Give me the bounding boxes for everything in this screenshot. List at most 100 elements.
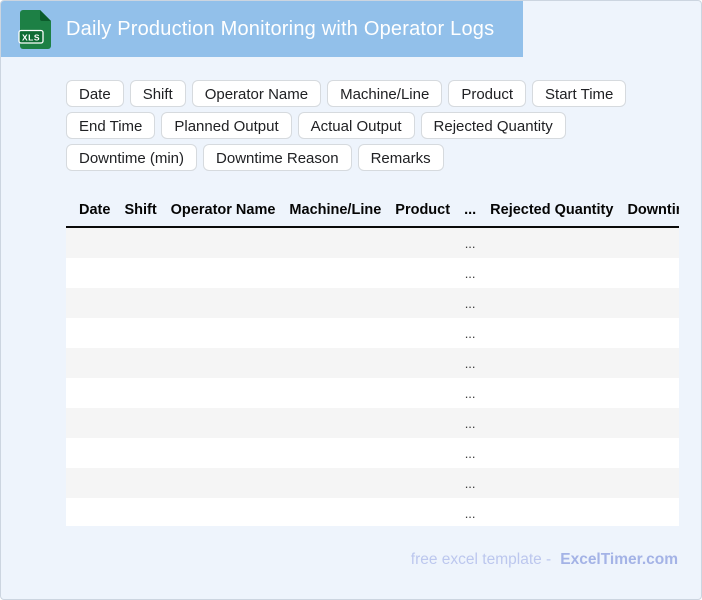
table-cell bbox=[117, 227, 163, 258]
table-cell bbox=[483, 348, 620, 378]
table-cell bbox=[117, 318, 163, 348]
footer: free excel template - ExcelTimer.com bbox=[411, 551, 678, 569]
table-cell bbox=[483, 468, 620, 498]
table-row: ... bbox=[66, 348, 679, 378]
table-cell bbox=[388, 227, 457, 258]
column-header: Downtime (min) bbox=[627, 202, 679, 218]
table-cell bbox=[164, 288, 283, 318]
table-cell bbox=[66, 348, 117, 378]
template-preview-page: XLS Daily Production Monitoring with Ope… bbox=[0, 0, 702, 600]
table-cell bbox=[483, 438, 620, 468]
table-cell bbox=[282, 348, 388, 378]
table-cell bbox=[282, 258, 388, 288]
table-cell bbox=[388, 258, 457, 288]
preview-table: Date Shift Operator Name Machine/Line Produc… bbox=[66, 196, 679, 526]
table-cell bbox=[388, 408, 457, 438]
table-cell bbox=[117, 258, 163, 288]
field-chip-downtime-min[interactable]: Downtime (min) bbox=[66, 144, 198, 171]
preview-table-container: Date Shift Operator Name Machine/Line Produc… bbox=[66, 196, 679, 526]
table-cell bbox=[66, 498, 117, 526]
table-row: ... bbox=[66, 378, 679, 408]
table-row: ... bbox=[66, 498, 679, 526]
table-cell bbox=[117, 378, 163, 408]
column-header: Date bbox=[79, 202, 111, 218]
table-cell bbox=[117, 348, 163, 378]
table-cell: ... bbox=[464, 385, 476, 401]
table-cell bbox=[620, 348, 679, 378]
column-header: Shift bbox=[124, 202, 157, 218]
table-cell bbox=[66, 438, 117, 468]
table-row: ... bbox=[66, 468, 679, 498]
table-cell: ... bbox=[464, 505, 476, 521]
table-row: ... bbox=[66, 438, 679, 468]
table-cell bbox=[483, 318, 620, 348]
field-chip-end-time[interactable]: End Time bbox=[66, 112, 156, 139]
table-cell bbox=[282, 498, 388, 526]
field-chip-actual-output[interactable]: Actual Output bbox=[297, 112, 415, 139]
table-cell bbox=[483, 227, 620, 258]
table-cell bbox=[66, 288, 117, 318]
table-cell bbox=[66, 258, 117, 288]
table-cell bbox=[66, 227, 117, 258]
table-cell bbox=[164, 378, 283, 408]
table-cell: ... bbox=[464, 325, 476, 341]
field-chip-product[interactable]: Product bbox=[448, 80, 527, 107]
column-header: ... bbox=[464, 202, 477, 218]
table-body: .............................. bbox=[66, 227, 679, 526]
table-cell bbox=[164, 258, 283, 288]
table-cell bbox=[164, 438, 283, 468]
table-cell bbox=[483, 408, 620, 438]
table-cell bbox=[164, 227, 283, 258]
table-cell bbox=[388, 438, 457, 468]
table-cell bbox=[483, 258, 620, 288]
title-banner: XLS Daily Production Monitoring with Ope… bbox=[1, 1, 523, 57]
xls-file-icon: XLS bbox=[18, 9, 51, 49]
field-chip-downtime-reason[interactable]: Downtime Reason bbox=[203, 144, 352, 171]
table-cell: ... bbox=[464, 415, 476, 431]
table-cell bbox=[282, 438, 388, 468]
table-cell bbox=[117, 408, 163, 438]
table-cell: ... bbox=[464, 445, 476, 461]
table-cell: ... bbox=[464, 295, 476, 311]
table-cell bbox=[388, 498, 457, 526]
field-chip-machine-line[interactable]: Machine/Line bbox=[327, 80, 443, 107]
table-cell: ... bbox=[464, 265, 476, 281]
table-cell bbox=[620, 258, 679, 288]
field-chip-remarks[interactable]: Remarks bbox=[357, 144, 444, 171]
column-header: Product bbox=[395, 202, 451, 218]
table-cell: ... bbox=[464, 235, 476, 251]
table-cell bbox=[620, 378, 679, 408]
table-cell bbox=[620, 408, 679, 438]
table-cell bbox=[66, 408, 117, 438]
field-chip-rejected-quantity[interactable]: Rejected Quantity bbox=[420, 112, 566, 139]
table-cell bbox=[164, 318, 283, 348]
table-cell bbox=[388, 468, 457, 498]
table-row: ... bbox=[66, 408, 679, 438]
field-chip-shift[interactable]: Shift bbox=[129, 80, 186, 107]
table-cell bbox=[117, 288, 163, 318]
field-chip-operator-name[interactable]: Operator Name bbox=[191, 80, 322, 107]
table-row: ... bbox=[66, 227, 679, 258]
field-chip-start-time[interactable]: Start Time bbox=[532, 80, 627, 107]
field-chip-date[interactable]: Date bbox=[66, 80, 124, 107]
table-row: ... bbox=[66, 318, 679, 348]
table-cell bbox=[620, 438, 679, 468]
table-cell bbox=[620, 288, 679, 318]
table-cell bbox=[282, 378, 388, 408]
column-header: Machine/Line bbox=[289, 202, 382, 218]
table-cell bbox=[117, 438, 163, 468]
table-cell bbox=[388, 318, 457, 348]
table-cell bbox=[483, 498, 620, 526]
table-cell bbox=[388, 378, 457, 408]
table-cell bbox=[282, 227, 388, 258]
table-cell bbox=[483, 288, 620, 318]
table-cell bbox=[620, 227, 679, 258]
footer-brand-link[interactable]: ExcelTimer.com bbox=[560, 551, 678, 568]
table-cell: ... bbox=[464, 475, 476, 491]
field-chip-planned-output[interactable]: Planned Output bbox=[161, 112, 292, 139]
table-cell bbox=[66, 468, 117, 498]
table-cell: ... bbox=[464, 355, 476, 371]
table-cell bbox=[164, 498, 283, 526]
column-header: Rejected Quantity bbox=[490, 202, 614, 218]
table-cell bbox=[117, 468, 163, 498]
